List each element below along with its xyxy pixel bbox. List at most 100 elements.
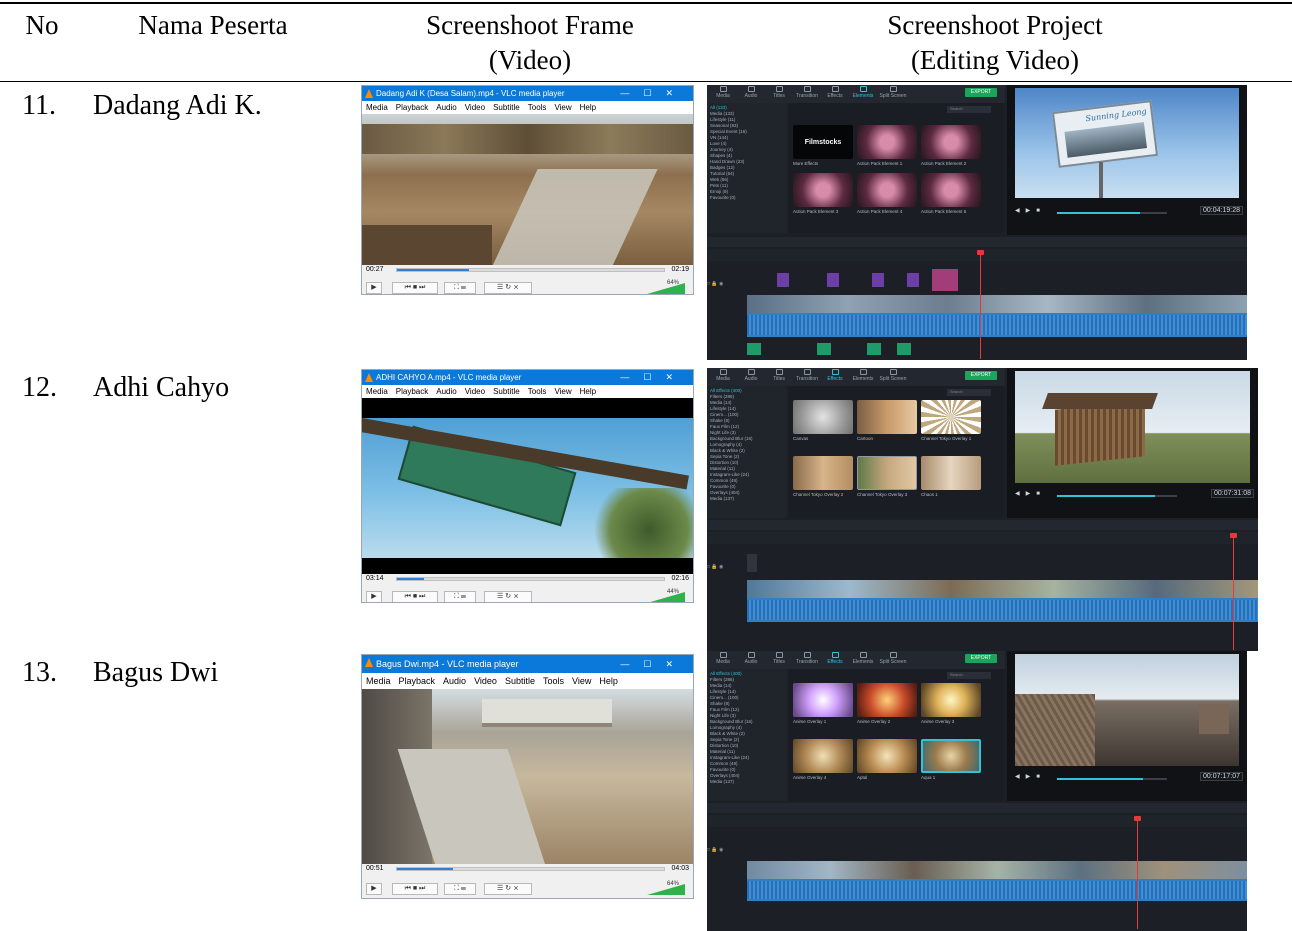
tab-media[interactable]: Media bbox=[709, 652, 737, 665]
fullscreen-eq-icon-group[interactable]: ⛶ ☰ bbox=[444, 282, 476, 294]
tab-effects[interactable]: Effects bbox=[821, 86, 849, 99]
menu-view[interactable]: View bbox=[554, 103, 571, 112]
tab-audio[interactable]: Audio bbox=[737, 369, 765, 382]
transport-icon-group[interactable]: ⏮ ■ ⏭ bbox=[392, 282, 438, 294]
vlc-seek-bar[interactable]: 03:14 02:16 bbox=[362, 574, 693, 588]
tab-transition[interactable]: Transition bbox=[793, 652, 821, 665]
thumb-effect[interactable] bbox=[857, 456, 917, 490]
timeline-toolbar[interactable] bbox=[707, 520, 1258, 530]
menu-subtitle[interactable]: Subtitle bbox=[505, 676, 535, 686]
timeline-ruler[interactable] bbox=[707, 532, 1258, 544]
category-list[interactable]: All (133) Media (133) Lifestyle (11) Season… bbox=[707, 103, 787, 233]
thumb-effect[interactable] bbox=[921, 400, 981, 434]
export-button[interactable]: EXPORT bbox=[965, 88, 997, 97]
menu-audio[interactable]: Audio bbox=[436, 103, 456, 112]
thumb-effect[interactable] bbox=[921, 739, 981, 773]
play-icon[interactable]: ▶ bbox=[366, 282, 382, 294]
effect-track[interactable] bbox=[747, 265, 1247, 291]
menu-help[interactable]: Help bbox=[599, 676, 618, 686]
timeline-toolbar[interactable] bbox=[707, 803, 1247, 813]
menu-video[interactable]: Video bbox=[465, 387, 485, 396]
video-track[interactable] bbox=[747, 295, 1247, 337]
menu-tools[interactable]: Tools bbox=[543, 676, 564, 686]
menu-playback[interactable]: Playback bbox=[396, 103, 428, 112]
tab-titles[interactable]: Titles bbox=[765, 86, 793, 99]
fullscreen-eq-icon-group[interactable]: ⛶ ☰ bbox=[444, 883, 476, 895]
tab-effects[interactable]: Effects bbox=[821, 652, 849, 665]
preview-image[interactable] bbox=[1015, 371, 1250, 483]
category-item[interactable]: Media (137) bbox=[710, 779, 784, 785]
thumb-effect[interactable] bbox=[793, 683, 853, 717]
category-item[interactable]: Media (137) bbox=[710, 496, 784, 502]
timeline-playhead[interactable] bbox=[977, 250, 984, 359]
preview-scrubber[interactable] bbox=[1057, 778, 1167, 780]
menu-help[interactable]: Help bbox=[580, 103, 596, 112]
menu-audio[interactable]: Audio bbox=[436, 387, 456, 396]
menu-media[interactable]: Media bbox=[366, 387, 388, 396]
tab-media[interactable]: Media bbox=[709, 369, 737, 382]
search-input[interactable]: Search bbox=[947, 672, 991, 679]
preview-controls[interactable]: ◀▶■ 00:07:31:08 bbox=[1007, 489, 1258, 502]
timeline-ruler[interactable] bbox=[707, 815, 1247, 827]
menu-help[interactable]: Help bbox=[580, 387, 596, 396]
fullscreen-eq-icon-group[interactable]: ⛶ ☰ bbox=[444, 591, 476, 602]
menu-playback[interactable]: Playback bbox=[399, 676, 436, 686]
playback-icons[interactable]: ◀▶■ bbox=[1015, 490, 1046, 497]
thumb-effect[interactable] bbox=[857, 683, 917, 717]
transport-icon-group[interactable]: ⏮ ■ ⏭ bbox=[392, 883, 438, 895]
vlc-seek-bar[interactable]: 00:27 02:19 bbox=[362, 265, 693, 279]
search-input[interactable]: Search bbox=[947, 389, 991, 396]
thumb-element[interactable] bbox=[921, 125, 981, 159]
preview-controls[interactable]: ◀▶■ 00:04:19:28 bbox=[1007, 206, 1247, 219]
menu-audio[interactable]: Audio bbox=[443, 676, 466, 686]
tab-elements[interactable]: Elements bbox=[849, 369, 877, 382]
volume-slider[interactable]: 44% bbox=[637, 589, 685, 602]
thumb-effect[interactable] bbox=[857, 739, 917, 773]
thumb-element[interactable] bbox=[793, 173, 853, 207]
window-controls[interactable]: —☐✕ bbox=[620, 86, 687, 101]
play-icon[interactable]: ▶ bbox=[366, 883, 382, 895]
thumb-effect[interactable] bbox=[793, 739, 853, 773]
tab-transition[interactable]: Transition bbox=[793, 369, 821, 382]
tab-audio[interactable]: Audio bbox=[737, 652, 765, 665]
thumb-element[interactable] bbox=[921, 173, 981, 207]
menu-subtitle[interactable]: Subtitle bbox=[493, 387, 520, 396]
menu-view[interactable]: View bbox=[572, 676, 591, 686]
menu-view[interactable]: View bbox=[554, 387, 571, 396]
timeline-toolbar[interactable] bbox=[707, 237, 1247, 247]
playlist-loop-shuffle-icon-group[interactable]: ☰ ↻ ⨯ bbox=[484, 591, 532, 602]
playlist-loop-shuffle-icon-group[interactable]: ☰ ↻ ⨯ bbox=[484, 282, 532, 294]
tab-titles[interactable]: Titles bbox=[765, 652, 793, 665]
menu-subtitle[interactable]: Subtitle bbox=[493, 103, 520, 112]
timeline-playhead[interactable] bbox=[1134, 816, 1141, 929]
tab-effects[interactable]: Effects bbox=[821, 369, 849, 382]
vlc-seek-bar[interactable]: 00:51 04:03 bbox=[362, 864, 693, 880]
video-track[interactable] bbox=[747, 861, 1247, 901]
audio-track[interactable] bbox=[747, 341, 1247, 357]
tab-media[interactable]: Media bbox=[709, 86, 737, 99]
window-controls[interactable]: —☐✕ bbox=[620, 370, 687, 385]
playback-icons[interactable]: ◀▶■ bbox=[1015, 773, 1046, 780]
tab-audio[interactable]: Audio bbox=[737, 86, 765, 99]
category-item[interactable]: Favourite (0) bbox=[710, 195, 784, 201]
vlc-video-frame[interactable] bbox=[362, 114, 693, 265]
tab-split-screen[interactable]: Split Screen bbox=[879, 652, 907, 665]
tab-elements[interactable]: Elements bbox=[849, 652, 877, 665]
timeline-playhead[interactable] bbox=[1230, 533, 1237, 650]
search-input[interactable]: Search bbox=[947, 106, 991, 113]
window-controls[interactable]: —☐✕ bbox=[620, 655, 687, 673]
thumb-filmstocks[interactable]: Filmstocks bbox=[793, 125, 853, 159]
menu-tools[interactable]: Tools bbox=[528, 387, 547, 396]
tab-transition[interactable]: Transition bbox=[793, 86, 821, 99]
thumb-effect[interactable] bbox=[857, 400, 917, 434]
menu-media[interactable]: Media bbox=[366, 676, 391, 686]
export-button[interactable]: EXPORT bbox=[965, 371, 997, 380]
thumb-element[interactable] bbox=[857, 173, 917, 207]
vlc-video-frame[interactable] bbox=[362, 689, 693, 864]
menu-media[interactable]: Media bbox=[366, 103, 388, 112]
preview-scrubber[interactable] bbox=[1057, 212, 1167, 214]
tab-split-screen[interactable]: Split Screen bbox=[879, 86, 907, 99]
menu-tools[interactable]: Tools bbox=[528, 103, 547, 112]
export-button[interactable]: EXPORT bbox=[965, 654, 997, 663]
effect-track[interactable] bbox=[747, 550, 1258, 574]
